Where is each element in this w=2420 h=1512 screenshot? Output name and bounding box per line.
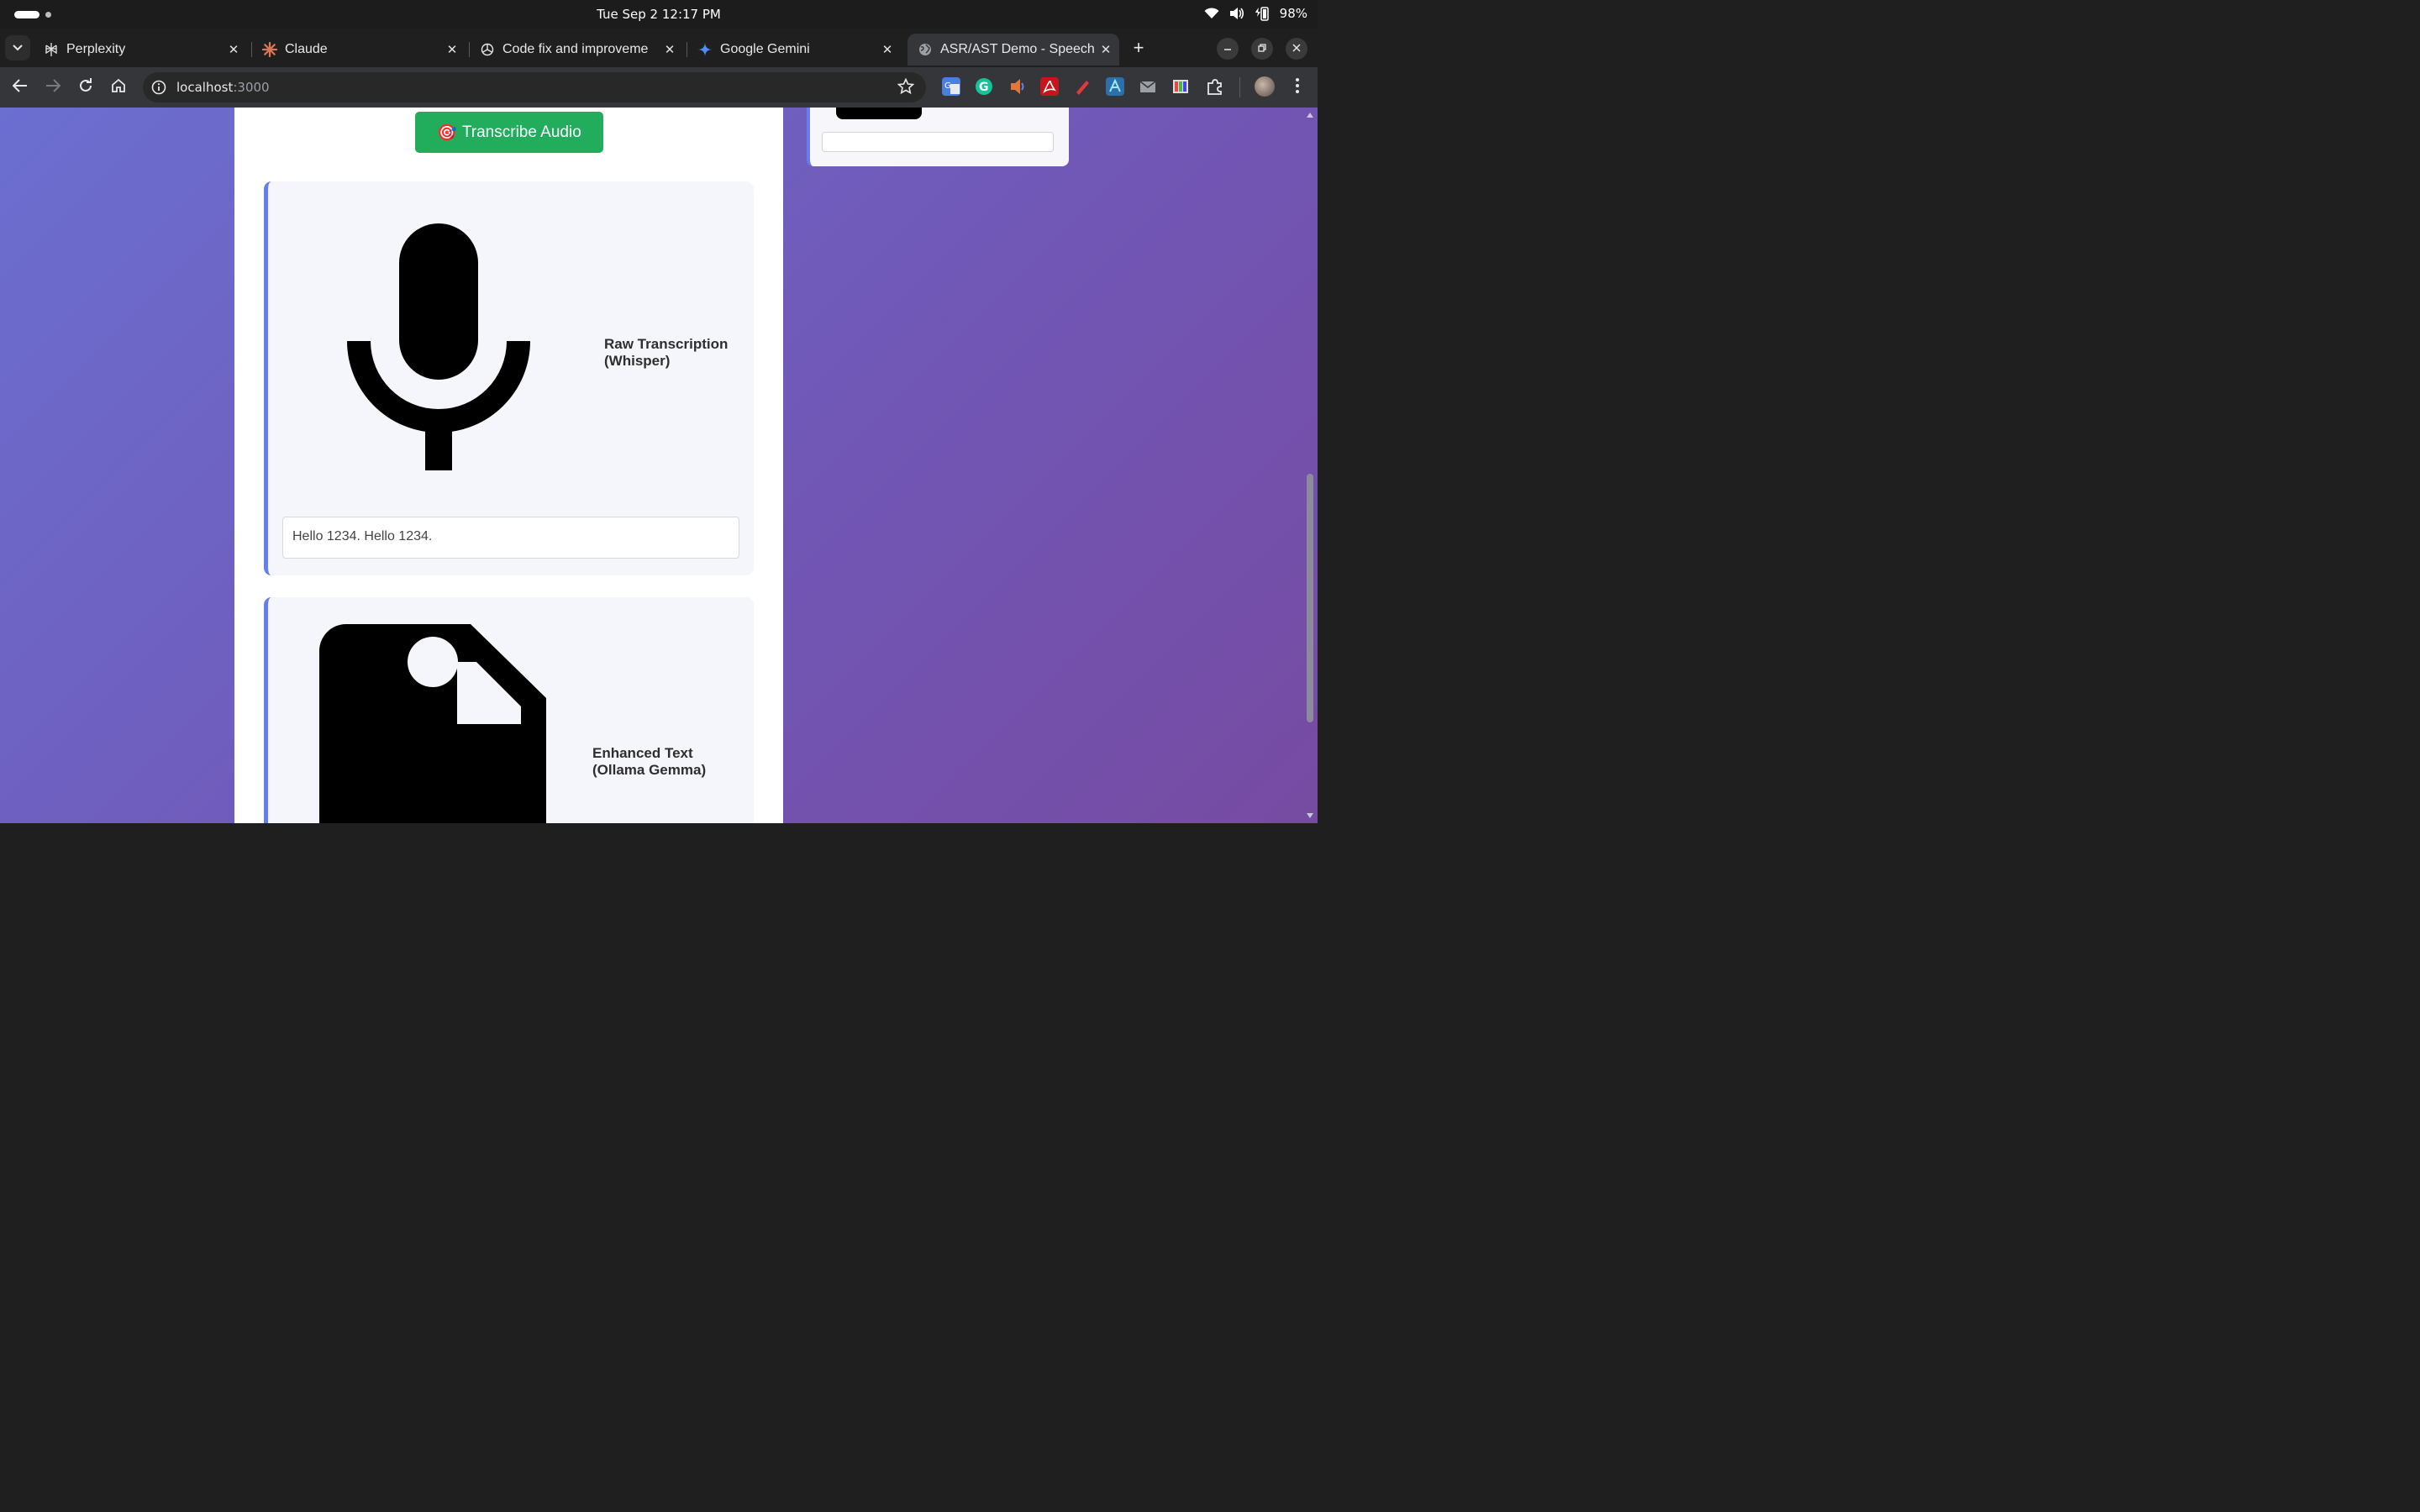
tab-title: Claude (285, 42, 328, 56)
microphone-icon (347, 222, 530, 475)
restore-icon (1258, 41, 1266, 56)
font-icon[interactable] (1106, 77, 1124, 96)
svg-text:G: G (979, 81, 989, 94)
close-tab-icon[interactable]: ✕ (1097, 41, 1114, 58)
enhanced-text-section: Enhanced Text (Ollama Gemma) (264, 597, 754, 823)
volume-icon (1229, 7, 1244, 20)
url-text[interactable]: localhost:3000 (176, 80, 270, 95)
tab-title: Google Gemini (720, 42, 810, 56)
tab-asr-demo[interactable]: ASR/AST Demo - Speech ✕ (908, 34, 1119, 66)
bookmark-star-icon[interactable] (897, 77, 915, 99)
transcribe-audio-button[interactable]: 🎯 Transcribe Audio (415, 112, 603, 153)
plus-icon: + (1133, 37, 1144, 58)
arrow-right-icon (45, 78, 61, 97)
close-tab-icon[interactable]: ✕ (661, 41, 678, 58)
avatar[interactable] (1255, 76, 1275, 97)
restore-button[interactable] (1251, 38, 1273, 60)
page-scrollbar[interactable] (1303, 108, 1318, 823)
forward-button[interactable] (43, 77, 63, 97)
new-tab-button[interactable]: + (1128, 37, 1150, 59)
pen-icon[interactable] (1073, 77, 1092, 96)
browser-toolbar: localhost:3000 G G (0, 67, 1318, 108)
chevron-down-icon (13, 40, 23, 55)
close-tab-icon[interactable]: ✕ (444, 41, 460, 58)
home-button[interactable] (108, 77, 129, 97)
tab-title: Code fix and improveme (502, 42, 649, 56)
browser-menu-button[interactable] (1287, 77, 1307, 97)
close-icon (1292, 41, 1301, 56)
site-info-icon[interactable] (151, 80, 166, 99)
url-port: :3000 (233, 80, 270, 95)
color-picker-icon[interactable] (1171, 77, 1190, 96)
transcribe-button-label: Transcribe Audio (461, 123, 581, 141)
tab-title: Perplexity (66, 42, 126, 56)
tab-perplexity[interactable]: Perplexity ✕ (34, 34, 247, 66)
mail-icon[interactable] (1139, 77, 1157, 96)
minimize-icon (1223, 41, 1232, 56)
google-translate-icon[interactable]: G (942, 77, 960, 96)
back-button[interactable] (10, 77, 30, 97)
extension-icon[interactable] (1007, 77, 1026, 96)
side-panel-input[interactable] (822, 132, 1054, 152)
tab-claude[interactable]: Claude ✕ (252, 34, 466, 66)
close-tab-icon[interactable]: ✕ (879, 41, 896, 58)
tab-gemini[interactable]: Google Gemini ✕ (687, 34, 901, 66)
home-icon (111, 78, 126, 97)
raw-transcription-output[interactable]: Hello 1234. Hello 1234. (282, 517, 739, 559)
svg-text:G: G (944, 81, 951, 91)
page-viewport: 🎯 Transcribe Audio Raw Transcription (Wh… (0, 108, 1318, 823)
wifi-icon (1204, 8, 1219, 19)
side-panel-button[interactable] (836, 108, 922, 119)
enhanced-text-label: Enhanced Text (Ollama Gemma) (592, 745, 707, 778)
globe-icon (918, 42, 933, 57)
tab-title: ASR/AST Demo - Speech (940, 42, 1095, 56)
perplexity-icon (44, 42, 59, 57)
gemini-icon (697, 42, 713, 57)
os-top-bar: Tue Sep 2 12:17 PM 98% (0, 0, 1318, 29)
os-clock[interactable]: Tue Sep 2 12:17 PM (0, 7, 1318, 22)
tab-strip: Perplexity ✕ Claude ✕ Code fix and impro… (0, 29, 1318, 67)
tab-search-button[interactable] (5, 35, 30, 60)
target-emoji-icon: 🎯 (437, 123, 457, 142)
raw-transcription-label: Raw Transcription (Whisper) (604, 336, 729, 369)
reload-button[interactable] (76, 77, 96, 97)
raw-transcription-section: Raw Transcription (Whisper) Hello 1234. … (264, 181, 754, 575)
more-vert-icon (1295, 77, 1300, 98)
side-panel-card (807, 108, 1069, 166)
close-tab-icon[interactable]: ✕ (225, 41, 242, 58)
minimize-button[interactable] (1217, 38, 1239, 60)
grammarly-icon[interactable]: G (975, 77, 993, 96)
acrobat-icon[interactable] (1040, 77, 1059, 96)
puzzle-icon[interactable] (1206, 77, 1224, 96)
main-card: 🎯 Transcribe Audio Raw Transcription (Wh… (234, 108, 783, 823)
battery-percent: 98% (1279, 6, 1307, 21)
chatgpt-icon (480, 42, 495, 57)
address-bar[interactable]: localhost:3000 (143, 72, 926, 102)
image-file-icon (319, 624, 546, 823)
url-host: localhost (176, 80, 234, 95)
scroll-down-arrow-icon[interactable] (1307, 813, 1313, 818)
reload-icon (78, 77, 93, 97)
arrow-left-icon (12, 78, 28, 97)
battery-icon (1255, 6, 1270, 21)
close-window-button[interactable] (1286, 38, 1307, 60)
scroll-thumb[interactable] (1307, 474, 1313, 722)
claude-icon (262, 42, 277, 57)
os-status-area[interactable]: 98% (1204, 6, 1307, 21)
scroll-up-arrow-icon[interactable] (1307, 113, 1313, 118)
tab-chatgpt[interactable]: Code fix and improveme ✕ (470, 34, 683, 66)
